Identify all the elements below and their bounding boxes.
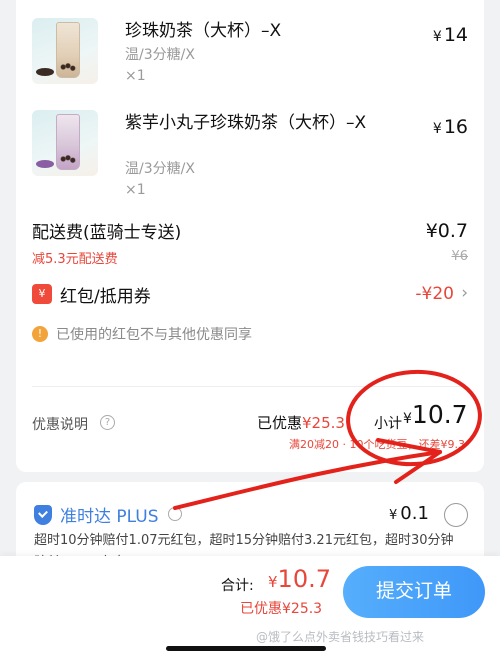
item-quantity: ×1 — [125, 182, 146, 198]
item-options: 温/3分糖/X — [125, 47, 195, 63]
order-item: 珍珠奶茶（大杯）–X 温/3分糖/X ×1 ¥14 — [32, 18, 468, 88]
ontime-plus-price-value: 0.1 — [400, 503, 429, 524]
notice-text: 已使用的红包不与其他优惠同享 — [56, 327, 252, 343]
milk-tea-icon — [32, 18, 98, 84]
currency-symbol: ¥ — [268, 573, 278, 591]
delivery-fee-original: ¥6 — [451, 249, 468, 264]
coupon-amount: -¥20 — [415, 284, 454, 304]
subtotal-label: 小计 — [374, 416, 402, 432]
ontime-plus-title: 准时达 PLUS — [60, 507, 159, 527]
help-icon[interactable]: ? — [100, 415, 115, 430]
order-item: 紫芋小丸子珍珠奶茶（大杯）–X 温/3分糖/X ×1 ¥16 — [32, 110, 468, 200]
discount-detail: 满20减20 · 10个吃货豆，还差¥9.3 — [289, 438, 465, 451]
already-label: 已优惠 — [257, 414, 303, 432]
currency-symbol: ¥ — [389, 508, 398, 523]
item-quantity: ×1 — [125, 68, 146, 84]
home-indicator — [166, 646, 326, 651]
total-value: ¥10.7 — [268, 565, 331, 593]
already-discounted: 已优惠¥25.3 — [257, 412, 345, 433]
subtotal-value: ¥10.7 — [403, 400, 468, 429]
item-options: 温/3分糖/X — [125, 161, 195, 177]
item-price: ¥16 — [433, 116, 468, 138]
item-name: 珍珠奶茶（大杯）–X — [125, 21, 282, 41]
coupon-icon: ¥ — [32, 284, 52, 304]
divider — [32, 386, 468, 387]
total-saved: 已优惠¥25.3 — [240, 601, 323, 617]
shield-icon — [34, 505, 52, 525]
cup-decoration — [56, 114, 80, 170]
currency-symbol: ¥ — [432, 29, 442, 45]
discount-info-label[interactable]: 优惠说明 — [32, 414, 88, 434]
help-icon[interactable] — [168, 507, 182, 521]
warning-icon: ! — [32, 326, 48, 342]
ontime-plus-price: ¥0.1 — [389, 503, 429, 524]
delivery-fee-label: 配送费(蓝骑士专送) — [32, 223, 182, 243]
total-label: 合计: — [221, 578, 254, 594]
chevron-right-icon: › — [461, 283, 468, 303]
saucer-decoration — [36, 160, 54, 168]
taro-milk-tea-icon — [32, 110, 98, 176]
delivery-fee-row: 配送费(蓝骑士专送) 减5.3元配送费 ¥0.7 ¥6 — [32, 218, 468, 267]
coupon-label: 红包/抵用券 — [60, 287, 151, 307]
delivery-discount-note: 减5.3元配送费 — [32, 252, 118, 267]
item-price: ¥14 — [433, 24, 468, 46]
total-amount: 10.7 — [277, 565, 331, 593]
coupon-row[interactable]: ¥ 红包/抵用券 -¥20 › — [32, 282, 468, 308]
ontime-plus-radio[interactable] — [444, 503, 468, 527]
item-price-value: 14 — [443, 24, 468, 46]
submit-order-button[interactable]: 提交订单 — [343, 566, 485, 618]
already-amount: ¥25.3 — [302, 414, 345, 432]
subtotal-amount: 10.7 — [411, 400, 468, 429]
watermark: @饿了么点外卖省钱技巧看过来 — [256, 630, 425, 644]
saucer-decoration — [36, 68, 54, 76]
item-name: 紫芋小丸子珍珠奶茶（大杯）–X — [125, 113, 367, 133]
currency-symbol: ¥ — [403, 411, 412, 427]
item-price-value: 16 — [443, 116, 468, 138]
delivery-fee-price: ¥0.7 — [425, 220, 468, 242]
currency-symbol: ¥ — [432, 121, 442, 137]
cup-decoration — [56, 22, 80, 78]
